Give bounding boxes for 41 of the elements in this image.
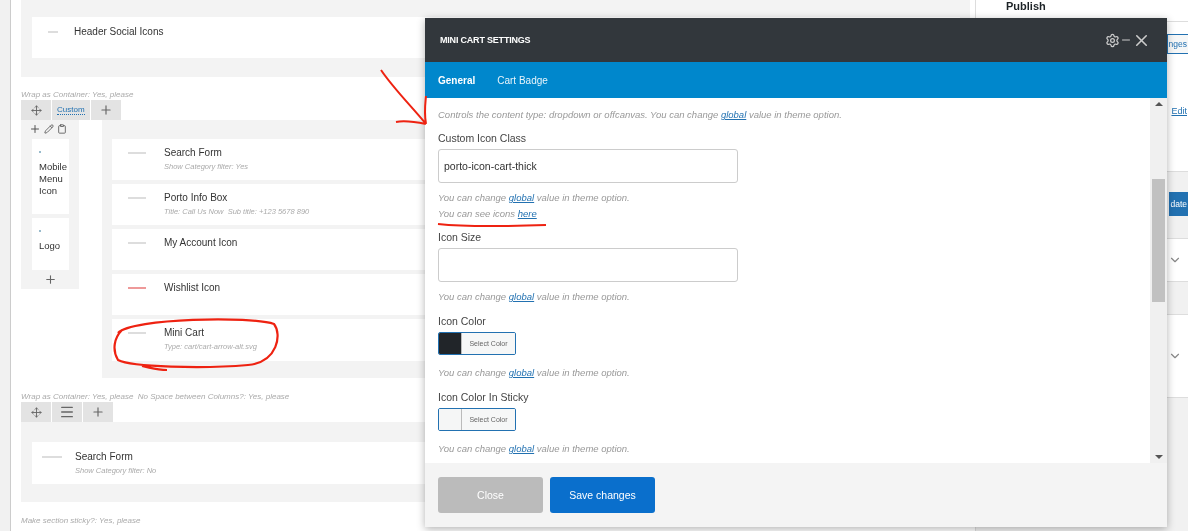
- add-icon[interactable]: [90, 100, 121, 120]
- hint-text: You can see icons here: [438, 207, 538, 221]
- expand-icon[interactable]: [21, 100, 51, 120]
- expand-icon[interactable]: [21, 402, 51, 422]
- update-button[interactable]: date: [1169, 192, 1188, 216]
- hint-text: You can change global value in theme option.: [438, 191, 631, 205]
- hint-text: You can change global value in theme option.: [438, 290, 631, 304]
- field-label: Icon Color In Sticky: [438, 391, 530, 404]
- theme-option-link[interactable]: global: [720, 109, 747, 120]
- theme-option-link[interactable]: global: [508, 443, 535, 454]
- edit-link[interactable]: Edit: [1171, 106, 1187, 116]
- field-label: Icon Size: [438, 231, 483, 244]
- row-settings-text: Wrap as Container: Yes, please No Space between Columns?: Yes, please: [21, 392, 290, 402]
- theme-option-link[interactable]: here: [517, 208, 537, 219]
- field-label: Icon Color: [438, 315, 487, 328]
- theme-option-link[interactable]: global: [508, 367, 535, 378]
- hint-text: Controls the content type: dropdown or offcanvas. You can change global value in theme option.: [438, 108, 843, 122]
- theme-option-link[interactable]: global: [508, 192, 535, 203]
- layout-icon[interactable]: [52, 402, 82, 422]
- clipboard-icon[interactable]: [57, 123, 67, 134]
- field-label: Custom Icon Class: [438, 132, 528, 145]
- edit-icon[interactable]: [44, 123, 54, 134]
- hint-text: You can change global value in theme option.: [438, 442, 631, 456]
- arrow-annotation: [378, 68, 430, 128]
- dialog-title: MINI CART SETTINGS: [440, 35, 532, 45]
- add-icon[interactable]: [83, 402, 113, 422]
- input-field[interactable]: porto-icon-cart-thick: [438, 149, 738, 183]
- settings-icon[interactable]: [1105, 32, 1120, 48]
- theme-option-link[interactable]: global: [508, 291, 535, 302]
- dialog-tab[interactable]: General: [438, 62, 476, 98]
- row-settings-text: Make section sticky?: Yes, please: [21, 516, 141, 526]
- element-card[interactable]: Mobile Menu Icon: [32, 139, 69, 214]
- element-card[interactable]: Logo: [32, 218, 69, 270]
- save-draft-button[interactable]: nges: [1166, 34, 1188, 54]
- row-settings-text: Wrap as Container: Yes, please: [21, 90, 134, 100]
- scrollbar[interactable]: [1150, 98, 1167, 463]
- hint-text: You can change global value in theme option.: [438, 366, 631, 380]
- save-button[interactable]: Save changes: [550, 477, 655, 513]
- input-field[interactable]: [438, 248, 738, 282]
- add-icon[interactable]: [29, 122, 41, 135]
- dialog-tab[interactable]: Cart Badge: [497, 62, 548, 98]
